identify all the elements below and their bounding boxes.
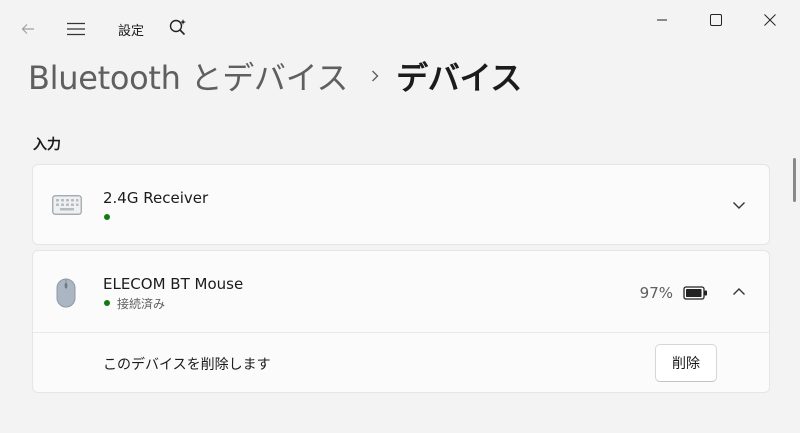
back-button[interactable] [14, 15, 42, 43]
close-button[interactable] [754, 6, 786, 34]
collapse-button[interactable] [727, 280, 751, 304]
status-dot [104, 300, 110, 306]
minimize-icon [657, 19, 667, 21]
chevron-up-icon [733, 288, 745, 295]
status-dot [104, 214, 110, 220]
app-logo [166, 16, 188, 38]
battery-percentage: 97% [639, 284, 673, 302]
device-card-receiver[interactable]: 2.4G Receiver [32, 164, 770, 245]
app-title: 設定 [118, 24, 145, 39]
chevron-right-icon [372, 70, 379, 82]
title-bar: 設定 [0, 0, 800, 48]
expand-button[interactable] [727, 193, 751, 217]
mouse-icon [53, 277, 79, 309]
maximize-button[interactable] [700, 6, 732, 34]
divider [33, 332, 769, 333]
scrollbar-thumb[interactable] [793, 158, 796, 202]
remove-device-label: このデバイスを削除します [103, 357, 271, 373]
breadcrumb-parent-link[interactable]: Bluetooth とデバイス [28, 53, 348, 99]
device-name: 2.4G Receiver [103, 189, 209, 207]
back-arrow-icon [21, 24, 34, 34]
connection-status: 接続済み [117, 297, 166, 311]
hamburger-menu-icon [67, 22, 85, 36]
section-heading-input: 入力 [33, 137, 61, 153]
page-title: デバイス [396, 59, 522, 97]
battery-icon [683, 285, 709, 301]
navigation-menu-button[interactable] [62, 15, 90, 43]
keyboard-icon [51, 193, 83, 217]
minimize-button[interactable] [646, 6, 678, 34]
device-card-mouse[interactable]: ELECOM BT Mouse 接続済み 97% このデバイスを削除します 削除 [32, 250, 770, 393]
device-name: ELECOM BT Mouse [103, 275, 244, 293]
maximize-icon [710, 14, 722, 26]
breadcrumb: Bluetooth とデバイス デバイス [28, 52, 522, 100]
remove-device-button[interactable]: 削除 [655, 344, 717, 382]
breadcrumb-separator [370, 69, 380, 83]
close-icon [764, 14, 776, 26]
search-sparkle-icon [169, 19, 186, 36]
chevron-down-icon [733, 202, 745, 209]
